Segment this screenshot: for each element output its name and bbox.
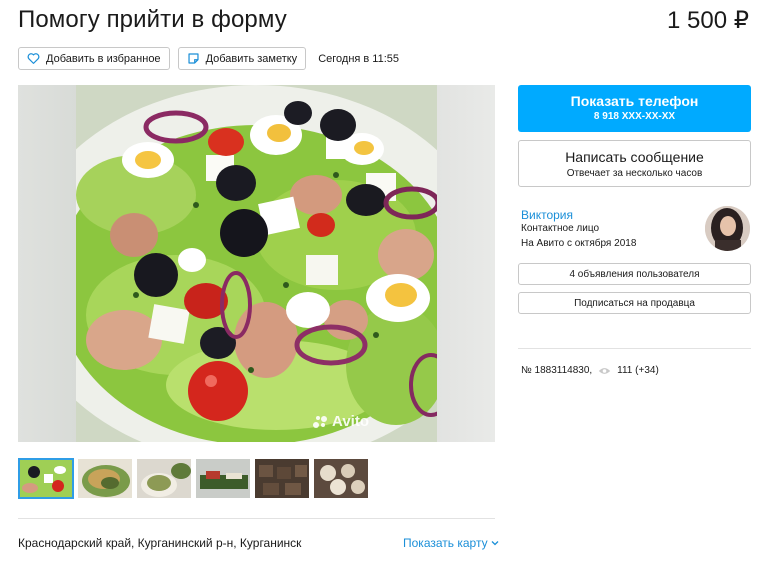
seller-since: На Авито с октября 2018 [521,238,637,249]
watermark-text: Avito [332,413,369,430]
main-photo[interactable]: Avito [76,85,437,442]
thumbnail-6[interactable] [313,458,369,499]
chevron-down-icon [491,541,499,546]
thumbnail-4[interactable] [195,458,251,499]
add-note-button[interactable]: Добавить заметку [177,47,307,70]
avatar[interactable] [705,206,750,251]
divider [518,348,751,349]
add-to-favorites-label: Добавить в избранное [46,52,161,65]
thumbnail-2[interactable] [77,458,133,499]
response-time: Отвечает за несколько часов [566,168,703,179]
show-phone-label: Показать телефон [570,93,699,109]
show-map-link[interactable]: Показать карту [403,536,499,550]
thumbnail-strip [18,458,369,499]
view-count: 111 (+34) [617,365,659,376]
note-icon [187,53,199,64]
listing-meta: № 1883114830, 111 (+34) [521,365,659,376]
price: 1 500 ₽ [667,7,749,34]
thumbnail-5[interactable] [254,458,310,499]
thumbnail-3[interactable] [136,458,192,499]
divider [18,518,495,519]
address: Краснодарский край, Курганинский р-н, Ку… [18,536,302,550]
write-message-button[interactable]: Написать сообщение Отвечает за несколько… [518,140,751,187]
show-map-label: Показать карту [403,536,488,550]
add-to-favorites-button[interactable]: Добавить в избранное [18,47,170,70]
subscribe-button[interactable]: Подписаться на продавца [518,292,751,314]
eye-icon [598,367,611,374]
seller-name-link[interactable]: Виктория [521,208,573,222]
avito-logo-icon [313,415,328,428]
add-note-label: Добавить заметку [205,52,298,65]
avito-watermark: Avito [312,413,369,430]
gallery-background-right [437,85,495,442]
page-title: Помогу прийти в форму [18,6,287,33]
user-ads-button[interactable]: 4 объявления пользователя [518,263,751,285]
gallery-background-left [18,85,76,442]
salad-photo [76,85,437,442]
show-phone-button[interactable]: Показать телефон 8 918 XXX-XX-XX [518,85,751,132]
publish-date: Сегодня в 11:55 [318,52,400,65]
heart-icon [27,53,40,64]
item-number: № 1883114830, [521,365,593,376]
seller-role: Контактное лицо [521,223,600,234]
write-message-label: Написать сообщение [565,149,704,165]
thumbnail-1[interactable] [18,458,74,499]
listing-actions: Добавить в избранное Добавить заметку Се… [18,47,399,70]
masked-phone: 8 918 XXX-XX-XX [593,111,676,122]
photo-gallery[interactable]: Avito [18,85,495,442]
